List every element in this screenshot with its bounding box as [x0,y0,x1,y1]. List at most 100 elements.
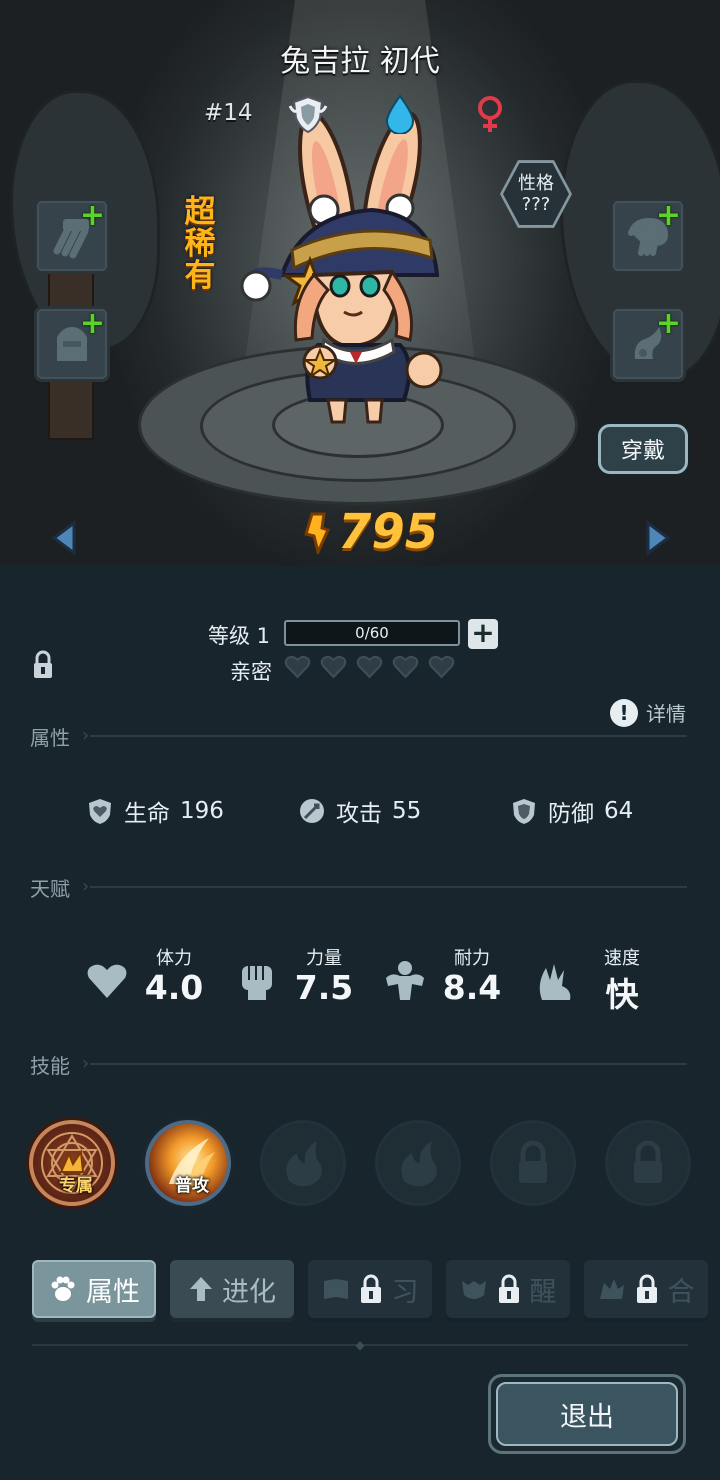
section-attributes-title: 属性 [30,726,70,750]
tab-fusion-label: 合 [667,1276,695,1308]
power-fist-icon [304,512,331,554]
tab-divider: ◆ [32,1338,688,1352]
heart-icon [284,655,311,679]
stat-hp: 生命 196 [86,794,224,828]
stat-attack-label: 攻击 [336,801,382,827]
skill-normal-attack-tag: 普攻 [175,1176,209,1196]
mask-icon [461,1281,486,1299]
personality-label: 性格 [518,173,554,194]
divider-ornament-icon: ◆ [355,1338,365,1352]
flame-icon [401,1141,437,1187]
talent-strength-label: 力量 [306,948,342,969]
combat-power: 795 [300,504,438,560]
heart-icon [428,655,455,679]
section-skills: 技能 › [30,1050,687,1079]
personality-value: ??? [521,194,551,215]
talent-endurance: 耐力 8.4 [382,944,522,1014]
talent-endurance-value: 8.4 [442,968,502,1007]
skill-slot-locked[interactable] [605,1120,691,1206]
talent-strength-value: 7.5 [294,968,354,1007]
level-up-button[interactable]: + [468,619,498,649]
class-emblem-icon[interactable] [288,94,328,134]
talent-speed-value: 快 [605,975,639,1014]
talent-strength: 力量 7.5 [234,944,374,1014]
exit-button[interactable]: 退出 [488,1374,686,1454]
equip-slot-accessory[interactable]: + [610,306,686,382]
combat-power-value: 795 [338,504,439,560]
lock-icon [519,1140,547,1183]
skill-slot-empty[interactable] [375,1120,461,1206]
talent-stamina: 体力 4.0 [84,944,224,1014]
stat-attack-value: 55 [392,798,422,824]
section-divider [90,735,687,737]
info-icon: ! [610,698,638,727]
lock-icon [360,1274,381,1303]
equip-slot-glove[interactable]: + [610,198,686,274]
heart-shield-icon [89,799,111,824]
muscle-icon [386,961,424,1000]
stat-hp-label: 生命 [124,801,170,827]
character-name: 兔吉拉 初代 [280,44,440,79]
book-icon [323,1279,348,1299]
equip-slot-weapon[interactable]: + [34,198,110,274]
rarity-label: 超稀有 [184,194,216,294]
section-divider [90,1063,687,1065]
talent-endurance-label: 耐力 [454,948,490,969]
arrow-up-icon [190,1277,212,1301]
tab-learn-label: 习 [391,1276,419,1308]
section-talents-title: 天赋 [30,877,70,901]
tab-awaken-locked[interactable]: 醒 [446,1260,570,1318]
tab-attributes[interactable]: 属性 [32,1260,156,1318]
wing-icon [539,964,571,1000]
skill-slot-empty[interactable] [260,1120,346,1206]
fist-icon [242,966,272,1000]
lock-icon [636,1274,657,1303]
previous-character-arrow-icon[interactable] [50,520,80,556]
sword-icon [300,799,324,823]
stat-attack: 攻击 55 [298,794,421,828]
talent-stamina-label: 体力 [156,948,192,969]
water-element-icon[interactable] [380,94,420,134]
section-chevron-icon: › [82,876,90,897]
skill-slot-locked[interactable] [490,1120,576,1206]
heart-icon [392,655,419,679]
talent-speed: 速度 快 [532,944,672,1014]
affinity-label: 亲密 [230,660,272,684]
paw-icon [51,1276,75,1301]
add-equip-icon: + [655,198,681,233]
affinity-hearts [284,655,455,679]
tab-learn-locked[interactable]: 习 [308,1260,432,1318]
skill-normal-attack[interactable]: 普攻 [145,1120,231,1206]
stat-hp-value: 196 [180,798,224,824]
skill-exclusive[interactable]: 专属 [29,1120,115,1206]
tab-evolve[interactable]: 进化 [170,1260,294,1318]
equip-slot-armor[interactable]: + [34,306,110,382]
add-equip-icon: + [79,198,105,233]
female-gender-icon [470,94,510,134]
add-equip-icon: + [79,306,105,341]
stat-defense-label: 防御 [548,801,594,827]
lock-icon [498,1274,519,1303]
character-sprite[interactable] [232,100,452,440]
add-equip-icon: + [655,306,681,341]
tab-attributes-label: 属性 [86,1276,140,1308]
section-divider [90,886,687,888]
details-label: 详情 [646,702,686,726]
next-character-arrow-icon[interactable] [642,520,672,556]
heart-icon [320,655,347,679]
section-skills-title: 技能 [30,1054,70,1078]
stat-defense: 防御 64 [510,794,633,828]
details-button[interactable]: ! 详情 [610,698,686,727]
character-scene: 兔吉拉 初代 #14 超稀有 性格 ??? + + + + 穿戴 795 [0,0,720,565]
section-talents: 天赋 › [30,873,687,902]
section-chevron-icon: › [82,725,90,746]
flame-icon [286,1141,322,1187]
tab-fusion-locked[interactable]: 合 [584,1260,708,1318]
exit-button-label: 退出 [560,1401,614,1433]
character-rank: #14 [204,100,253,126]
lock-icon[interactable] [32,650,54,680]
wear-button[interactable]: 穿戴 [598,424,688,474]
tab-awaken-label: 醒 [529,1276,557,1308]
talent-speed-label: 速度 [604,948,640,969]
talent-stamina-value: 4.0 [144,968,204,1007]
